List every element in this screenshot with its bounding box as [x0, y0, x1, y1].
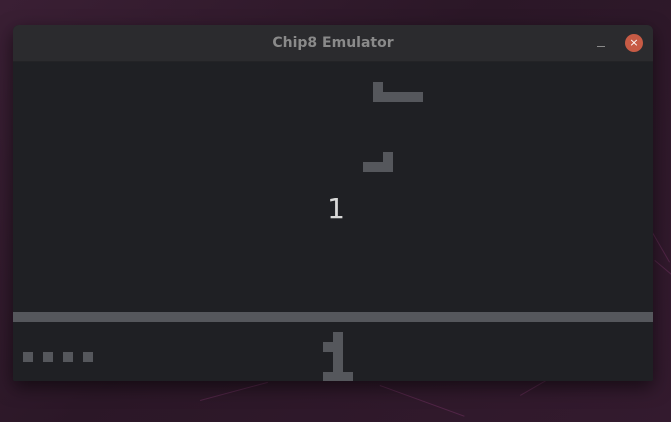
score-digit-flag: [323, 342, 333, 352]
minimize-button[interactable]: [593, 36, 609, 52]
close-icon: ×: [629, 36, 639, 49]
emulator-display: 1: [13, 62, 653, 381]
sprite-block: [383, 152, 393, 162]
playfield-divider: [13, 312, 653, 322]
paddle-block: [373, 92, 423, 102]
wallpaper-line: [654, 260, 671, 313]
wallpaper-line: [200, 381, 268, 401]
wallpaper-line: [379, 385, 465, 417]
close-button[interactable]: ×: [625, 34, 643, 52]
life-indicator: [83, 352, 93, 362]
title-bar[interactable]: Chip8 Emulator ×: [13, 25, 653, 62]
life-indicator: [63, 352, 73, 362]
score-digit-stem: [333, 332, 343, 372]
window-title: Chip8 Emulator: [272, 35, 394, 51]
countdown-number: 1: [327, 192, 345, 225]
score-digit-base: [323, 372, 353, 381]
life-indicator: [23, 352, 33, 362]
sprite-block: [363, 162, 393, 172]
life-indicator: [43, 352, 53, 362]
app-window: Chip8 Emulator × 1: [13, 25, 653, 381]
